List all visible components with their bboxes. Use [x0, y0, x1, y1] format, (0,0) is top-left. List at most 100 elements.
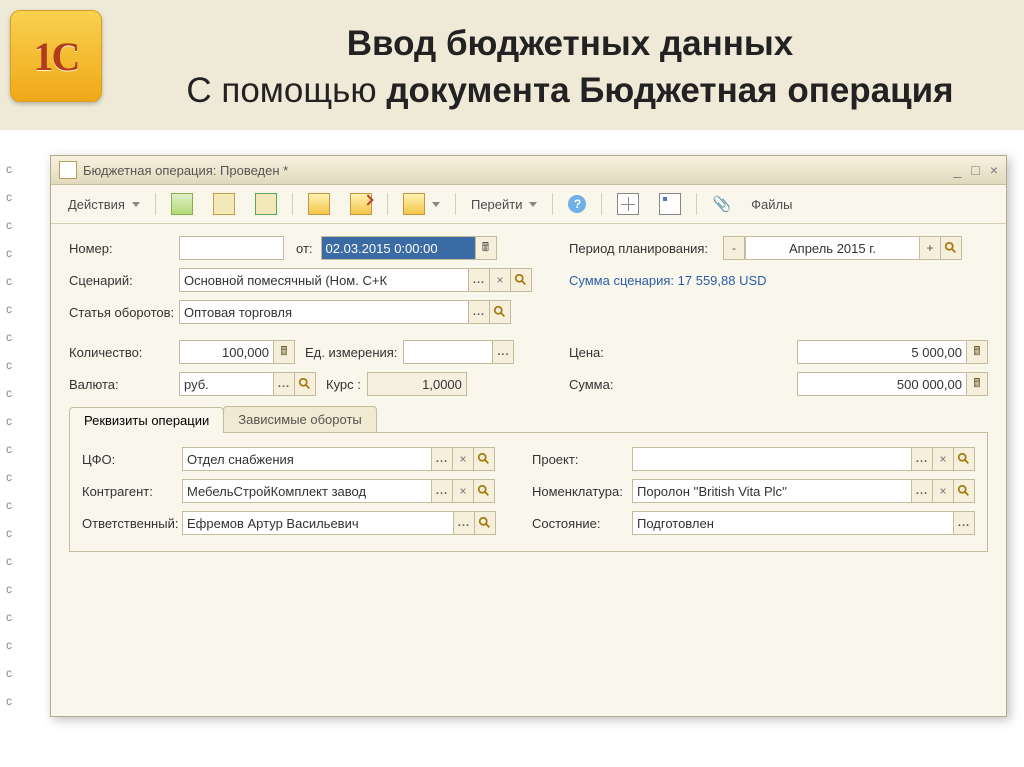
counterparty-clear-button[interactable]: × [452, 479, 474, 503]
window-title: Бюджетная операция: Проведен * [83, 163, 288, 178]
period-field[interactable]: Апрель 2015 г. [745, 236, 920, 260]
toolbar-new[interactable] [162, 189, 202, 219]
cfo-field[interactable]: Отдел снабжения [182, 447, 432, 471]
tab-requisites[interactable]: Реквизиты операции [69, 407, 224, 433]
nomenclature-select-button[interactable]: ... [911, 479, 933, 503]
x-icon: × [459, 452, 466, 466]
ellipsis-icon: ... [458, 517, 470, 529]
scenario-clear-button[interactable]: × [489, 268, 511, 292]
cfo-lookup-button[interactable] [473, 447, 495, 471]
currency-select-button[interactable]: ... [273, 372, 295, 396]
qty-field[interactable]: 100,000 [179, 340, 274, 364]
responsible-field[interactable]: Ефремов Артур Васильевич [182, 511, 454, 535]
calendar-button[interactable]: 🖩 [475, 236, 497, 260]
unit-select-button[interactable]: ... [492, 340, 514, 364]
status-select-button[interactable]: ... [953, 511, 975, 535]
toolbar-refresh[interactable] [246, 189, 286, 219]
toolbar-tree[interactable] [650, 189, 690, 219]
sum-label: Сумма: [569, 377, 634, 392]
counterparty-lookup-button[interactable] [473, 479, 495, 503]
logo-1c: 1C [10, 10, 102, 102]
nomenclature-label: Номенклатура: [532, 484, 632, 499]
period-prev-button[interactable]: - [723, 236, 745, 260]
nomenclature-clear-button[interactable]: × [932, 479, 954, 503]
x-icon: × [939, 484, 946, 498]
item-label: Статья оборотов: [69, 305, 179, 320]
tree-icon [659, 193, 681, 215]
toolbar-back[interactable] [204, 189, 244, 219]
goto-menu[interactable]: Перейти [462, 193, 547, 216]
minimize-button[interactable]: _ [954, 162, 962, 178]
toolbar-base[interactable] [394, 189, 449, 219]
nomenclature-lookup-button[interactable] [953, 479, 975, 503]
scenario-select-button[interactable]: ... [468, 268, 490, 292]
close-button[interactable]: × [990, 162, 998, 178]
ellipsis-icon: ... [497, 346, 509, 358]
x-icon: × [459, 484, 466, 498]
item-lookup-button[interactable] [489, 300, 511, 324]
period-lookup-button[interactable] [940, 236, 962, 260]
price-calc-button[interactable]: 🖩 [966, 340, 988, 364]
sum-calc-button[interactable]: 🖩 [966, 372, 988, 396]
maximize-button[interactable]: □ [971, 162, 979, 178]
scenario-lookup-button[interactable] [510, 268, 532, 292]
toolbar-docB[interactable] [341, 189, 381, 219]
cfo-clear-button[interactable]: × [452, 447, 474, 471]
counterparty-field[interactable]: МебельСтройКомплект завод [182, 479, 432, 503]
search-icon [493, 305, 507, 319]
titlebar[interactable]: Бюджетная операция: Проведен * _ □ × [51, 156, 1006, 185]
responsible-lookup-button[interactable] [474, 511, 496, 535]
toolbar-files[interactable]: Файлы [742, 193, 801, 216]
item-field[interactable]: Оптовая торговля [179, 300, 469, 324]
responsible-select-button[interactable]: ... [453, 511, 475, 535]
sum-field[interactable]: 500 000,00 [797, 372, 967, 396]
cfo-select-button[interactable]: ... [431, 447, 453, 471]
search-icon [477, 484, 491, 498]
tab-dependent[interactable]: Зависимые обороты [223, 406, 377, 432]
scenario-sum-text: Сумма сценария: 17 559,88 USD [569, 273, 767, 288]
project-lookup-button[interactable] [953, 447, 975, 471]
unit-label: Ед. измерения: [305, 345, 397, 360]
tabs: Реквизиты операции Зависимые обороты [69, 406, 988, 432]
doc-move-icon [350, 193, 372, 215]
currency-lookup-button[interactable] [294, 372, 316, 396]
price-field[interactable]: 5 000,00 [797, 340, 967, 364]
help-icon: ? [568, 195, 586, 213]
search-icon [477, 452, 491, 466]
ellipsis-icon: ... [916, 453, 928, 465]
toolbar-grid[interactable] [608, 189, 648, 219]
toolbar-docA[interactable] [299, 189, 339, 219]
chevron-down-icon [132, 202, 140, 207]
project-field[interactable] [632, 447, 912, 471]
project-clear-button[interactable]: × [932, 447, 954, 471]
currency-field[interactable]: руб. [179, 372, 274, 396]
search-icon [298, 377, 312, 391]
price-label: Цена: [569, 345, 634, 360]
number-field[interactable] [179, 236, 284, 260]
toolbar-attach[interactable]: 📎 [703, 191, 740, 217]
scenario-field[interactable]: Основной помесячный (Ном. С+К [179, 268, 469, 292]
search-icon [957, 484, 971, 498]
doc-icon [308, 193, 330, 215]
actions-menu[interactable]: Действия [59, 193, 149, 216]
status-label: Состояние: [532, 516, 632, 531]
item-select-button[interactable]: ... [468, 300, 490, 324]
period-next-button[interactable]: + [919, 236, 941, 260]
tab-body: ЦФО: Отдел снабжения ... × Проект: ... × [69, 432, 988, 552]
chevron-down-icon [529, 202, 537, 207]
ellipsis-col: cccccccccccccccccccc [6, 155, 12, 715]
ellipsis-icon: ... [436, 485, 448, 497]
currency-label: Валюта: [69, 377, 179, 392]
cfo-label: ЦФО: [82, 452, 182, 467]
date-field[interactable]: 02.03.2015 0:00:00 [321, 236, 476, 260]
refresh-icon [255, 193, 277, 215]
toolbar: Действия Перейти ? [51, 185, 1006, 224]
counterparty-select-button[interactable]: ... [431, 479, 453, 503]
status-field[interactable]: Подготовлен [632, 511, 954, 535]
unit-field[interactable] [403, 340, 493, 364]
nomenclature-field[interactable]: Поролон ''British Vita Plc'' [632, 479, 912, 503]
qty-calc-button[interactable]: 🖩 [273, 340, 295, 364]
toolbar-help[interactable]: ? [559, 191, 595, 217]
x-icon: × [939, 452, 946, 466]
project-select-button[interactable]: ... [911, 447, 933, 471]
